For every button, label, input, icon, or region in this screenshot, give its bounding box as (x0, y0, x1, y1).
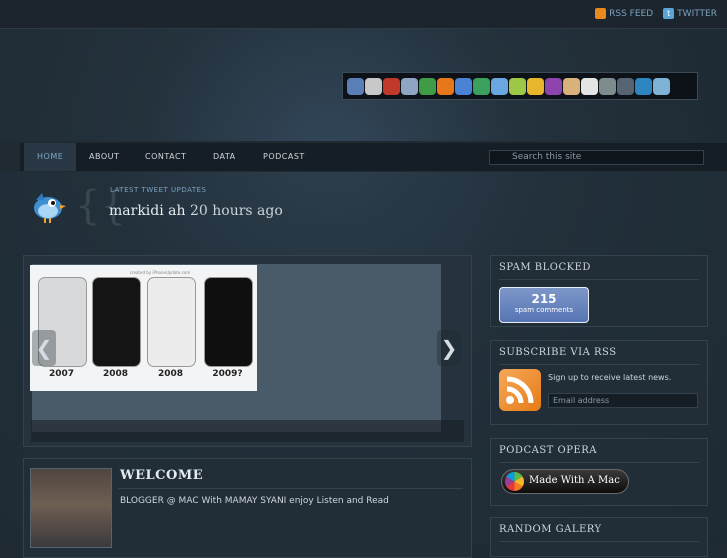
dock-app-icon[interactable] (437, 77, 454, 95)
iphone-year-label: 2008 (102, 369, 129, 379)
dock-app-icon[interactable] (635, 77, 652, 95)
iphone-year-label: 2007 (48, 369, 75, 379)
spam-title: SPAM BLOCKED (499, 262, 591, 273)
top-bar: RSS FEED t TWITTER (0, 0, 727, 29)
rss-signup-text: Sign up to receive latest news. (548, 373, 672, 382)
slide-image[interactable]: created by iPhoneUpdate.com 2007 2008 2008… (30, 265, 257, 391)
dock-app-icon[interactable] (509, 77, 526, 95)
gallery-widget: RANDOM GALERY (490, 517, 708, 557)
email-field[interactable]: Email address (548, 393, 698, 408)
author-photo (30, 468, 112, 548)
podcast-widget: PODCAST OPERA Made With A Mac (490, 438, 708, 506)
dock-app-icon[interactable] (527, 77, 544, 95)
mac-dock-banner (342, 72, 698, 100)
gallery-title: RANDOM GALERY (499, 524, 602, 535)
dock-app-icon[interactable] (581, 77, 598, 95)
tweet-user: markidi ah (109, 203, 186, 219)
welcome-text: BLOGGER @ MAC With MAMAY SYANI enjoy Lis… (120, 496, 389, 506)
search-input[interactable]: Search this site (489, 150, 704, 165)
dock-app-icon[interactable] (455, 77, 472, 95)
dock-app-icon[interactable] (563, 77, 580, 95)
welcome-title[interactable]: WELCOME (120, 468, 203, 483)
divider (499, 541, 699, 542)
iphone-image (147, 277, 196, 367)
dock-app-icon[interactable] (545, 77, 562, 95)
podcast-title: PODCAST OPERA (499, 445, 597, 456)
made-with-mac-label: Made With A Mac (529, 475, 620, 486)
divider (118, 488, 463, 489)
divider (499, 462, 699, 463)
rss-widget: SUBSCRIBE VIA RSS Sign up to receive lat… (490, 340, 708, 425)
tweet-time: 20 hours ago (189, 203, 283, 219)
nav-home[interactable]: HOME (24, 143, 77, 171)
latest-tweet: markidi ah 20 hours ago (109, 203, 283, 219)
rss-title: SUBSCRIBE VIA RSS (499, 347, 617, 358)
top-links: RSS FEED t TWITTER (595, 8, 717, 19)
dock-app-icon[interactable] (347, 77, 364, 95)
divider (499, 279, 699, 280)
rss-feed-link[interactable]: RSS FEED (595, 8, 653, 19)
nav-data[interactable]: DATA (213, 143, 236, 171)
twitter-link[interactable]: t TWITTER (663, 8, 717, 19)
rss-feed-icon[interactable] (499, 369, 541, 411)
rss-icon (595, 8, 607, 19)
nav-podcast[interactable]: PODCAST (263, 143, 305, 171)
twitter-icon: t (663, 8, 675, 19)
made-with-mac-badge[interactable]: Made With A Mac (501, 469, 629, 494)
nav-about[interactable]: ABOUT (89, 143, 119, 171)
twitter-bird-icon (34, 193, 66, 223)
iphone-image (204, 277, 253, 367)
dock-app-icon[interactable] (383, 77, 400, 95)
image-caption: created by iPhoneUpdate.com (129, 270, 191, 275)
twitter-label: TWITTER (677, 9, 717, 19)
spam-widget: SPAM BLOCKED 215 spam comments (490, 255, 708, 327)
slider-next-button[interactable]: ❯ (437, 330, 461, 366)
apple-logo-icon (505, 472, 524, 491)
dock-app-icon[interactable] (617, 77, 634, 95)
iphone-year-label: 2009? (212, 369, 243, 379)
dock-app-icon[interactable] (599, 77, 616, 95)
dock-app-icon[interactable] (401, 77, 418, 95)
dock-app-icon[interactable] (473, 77, 490, 95)
spam-counter-badge[interactable]: 215 spam comments (499, 287, 589, 323)
iphone-image (92, 277, 141, 367)
rss-feed-label: RSS FEED (609, 9, 654, 19)
divider (499, 364, 699, 365)
spam-label: spam comments (514, 306, 574, 314)
iphone-year-label: 2008 (157, 369, 184, 379)
dock-app-icon[interactable] (419, 77, 436, 95)
dock-app-icon[interactable] (365, 77, 382, 95)
dock-app-icon[interactable] (653, 77, 670, 95)
nav-contact[interactable]: CONTACT (145, 143, 186, 171)
tweet-label: LATEST TWEET UPDATES (110, 186, 207, 194)
dock-app-icon[interactable] (491, 77, 508, 95)
spam-count: 215 (531, 292, 557, 306)
slider-prev-button[interactable]: ❮ (32, 330, 56, 366)
slide-caption-bar (31, 420, 464, 442)
